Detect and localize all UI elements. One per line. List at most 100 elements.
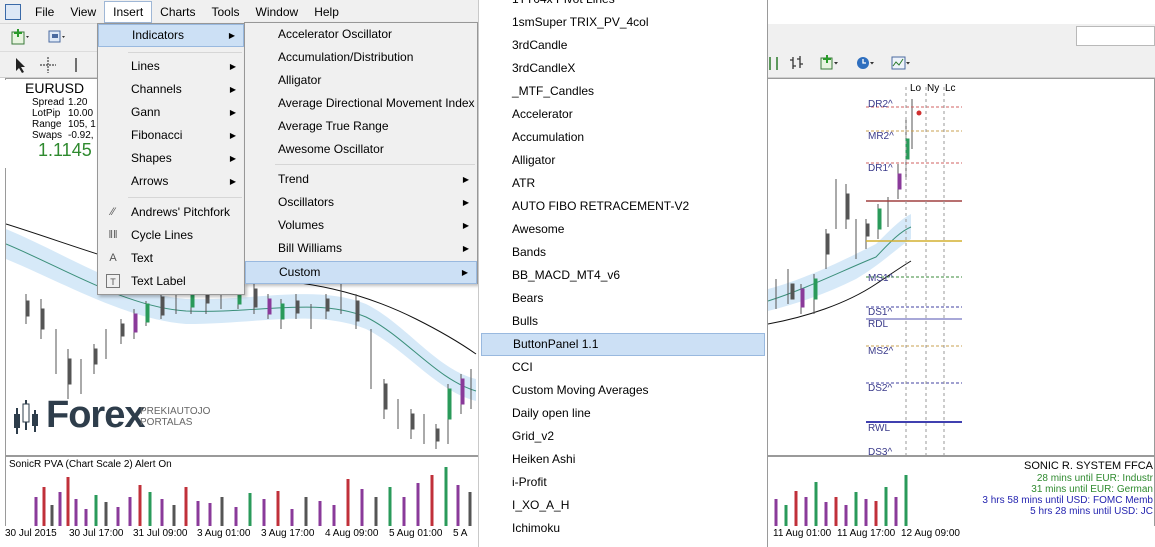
custom-indicator-item[interactable]: Heiken Ashi bbox=[479, 448, 767, 471]
text-label-icon: T bbox=[106, 274, 120, 288]
level-label: MS1^ bbox=[868, 273, 894, 284]
custom-indicator-item[interactable]: Daily open line bbox=[479, 402, 767, 425]
menu-item-label: Average Directional Movement Index bbox=[278, 96, 475, 110]
custom-indicator-item[interactable]: CCI bbox=[479, 356, 767, 379]
custom-indicator-item[interactable]: Bears bbox=[479, 287, 767, 310]
profiles-icon[interactable] bbox=[46, 28, 66, 46]
period-separators-icon[interactable] bbox=[765, 54, 785, 72]
menu-item-channels[interactable]: Channels ▶ bbox=[98, 78, 244, 101]
search-input[interactable] bbox=[1076, 26, 1155, 46]
time-tick: 3 Aug 17:00 bbox=[261, 528, 315, 539]
menu-item-shapes[interactable]: Shapes ▶ bbox=[98, 147, 244, 170]
menu-item-accelerator-oscillator[interactable]: Accelerator Oscillator bbox=[245, 23, 477, 46]
info-label: LotPip bbox=[32, 108, 61, 119]
news-line: 31 mins until EUR: German bbox=[1031, 484, 1153, 495]
menu-item-label: Trend bbox=[278, 172, 309, 186]
custom-indicator-item[interactable]: 1TT04x Pivot Lines bbox=[479, 0, 767, 11]
news-line: 3 hrs 58 mins until USD: FOMC Memb bbox=[982, 495, 1153, 506]
menu-separator bbox=[275, 164, 475, 165]
custom-indicator-item[interactable]: 1smSuper TRIX_PV_4col bbox=[479, 11, 767, 34]
menu-item-arrows[interactable]: Arrows ▶ bbox=[98, 170, 244, 193]
chart-bars-icon[interactable] bbox=[787, 54, 807, 72]
menu-window[interactable]: Window bbox=[248, 2, 307, 22]
time-tick: 5 A bbox=[453, 528, 468, 539]
menu-item-label: Awesome Oscillator bbox=[278, 142, 384, 156]
custom-indicator-item[interactable]: Custom Moving Averages bbox=[479, 379, 767, 402]
custom-indicator-item[interactable]: Accelerator bbox=[479, 103, 767, 126]
custom-indicator-item[interactable]: _MTF_Candles bbox=[479, 80, 767, 103]
time-tick: 11 Aug 17:00 bbox=[837, 528, 896, 539]
submenu-arrow-icon: ▶ bbox=[462, 175, 469, 184]
menu-item-adx[interactable]: Average Directional Movement Index bbox=[245, 92, 477, 115]
clock-icon[interactable] bbox=[855, 54, 875, 72]
vertical-line-icon[interactable] bbox=[66, 56, 86, 74]
menu-item-lines[interactable]: Lines ▶ bbox=[98, 55, 244, 78]
custom-indicator-item-selected[interactable]: ButtonPanel 1.1 bbox=[481, 333, 765, 356]
crosshair-icon[interactable] bbox=[38, 56, 58, 74]
menu-item-label: Arrows bbox=[131, 174, 169, 188]
time-tick: 11 Aug 01:00 bbox=[773, 528, 832, 539]
current-price: 1.1145 bbox=[38, 140, 92, 160]
custom-indicator-item[interactable]: 3rdCandleX bbox=[479, 57, 767, 80]
logo-sub-line2: PORTALAS bbox=[140, 417, 193, 428]
custom-indicator-item[interactable]: Bands bbox=[479, 241, 767, 264]
menu-charts[interactable]: Charts bbox=[152, 2, 203, 22]
time-tick: 12 Aug 09:00 bbox=[901, 528, 960, 539]
submenu-arrow-icon: ▶ bbox=[462, 221, 469, 230]
menu-item-label: Text Label bbox=[131, 274, 186, 288]
custom-indicator-item[interactable]: 3rdCandle bbox=[479, 34, 767, 57]
menu-item-atr[interactable]: Average True Range bbox=[245, 115, 477, 138]
menu-item-alligator[interactable]: Alligator bbox=[245, 69, 477, 92]
cursor-icon[interactable] bbox=[10, 56, 30, 74]
custom-indicator-item[interactable]: Alligator bbox=[479, 149, 767, 172]
time-tick: 3 Aug 01:00 bbox=[197, 528, 251, 539]
time-tick: 31 Jul 09:00 bbox=[133, 528, 188, 539]
menu-item-text-label[interactable]: T Text Label bbox=[98, 270, 244, 293]
level-label: MS2^ bbox=[868, 346, 894, 357]
info-value: 1.20 bbox=[68, 97, 88, 108]
menu-item-awesome-oscillator[interactable]: Awesome Oscillator bbox=[245, 138, 477, 161]
menu-view[interactable]: View bbox=[62, 2, 104, 22]
menu-item-accumulation-distribution[interactable]: Accumulation/Distribution bbox=[245, 46, 477, 69]
menu-item-fibonacci[interactable]: Fibonacci ▶ bbox=[98, 124, 244, 147]
menu-item-trend[interactable]: Trend ▶ bbox=[245, 168, 477, 191]
logo-subtitle: PREKIAUTOJO PORTALAS bbox=[140, 406, 210, 428]
menu-item-gann[interactable]: Gann ▶ bbox=[98, 101, 244, 124]
level-label: RDL bbox=[868, 319, 889, 330]
submenu-arrow-icon: ▶ bbox=[229, 177, 236, 186]
menu-tools[interactable]: Tools bbox=[204, 2, 248, 22]
submenu-arrow-icon: ▶ bbox=[229, 131, 236, 140]
menu-item-indicators[interactable]: Indicators ▶ bbox=[98, 24, 244, 47]
menu-item-volumes[interactable]: Volumes ▶ bbox=[245, 214, 477, 237]
custom-indicator-item[interactable]: ATR bbox=[479, 172, 767, 195]
custom-indicator-item[interactable]: Accumulation bbox=[479, 126, 767, 149]
custom-indicator-item[interactable]: I_XO_A_H bbox=[479, 494, 767, 517]
system-title: SONIC R. SYSTEM FFCA bbox=[1024, 460, 1153, 472]
menu-help[interactable]: Help bbox=[306, 2, 347, 22]
new-chart-icon[interactable] bbox=[10, 28, 30, 46]
menu-separator bbox=[128, 197, 242, 198]
logo-sub-line1: PREKIAUTOJO bbox=[140, 406, 211, 417]
menu-item-andrews-pitchfork[interactable]: ⁄⁄ Andrews' Pitchfork bbox=[98, 201, 244, 224]
menu-item-label: Lines bbox=[131, 59, 160, 73]
custom-indicator-item[interactable]: Awesome bbox=[479, 218, 767, 241]
menu-item-cycle-lines[interactable]: ‖‖ Cycle Lines bbox=[98, 224, 244, 247]
indicators-list-icon[interactable] bbox=[819, 54, 839, 72]
menu-file[interactable]: File bbox=[27, 2, 62, 22]
custom-indicator-item[interactable]: BB_MACD_MT4_v6 bbox=[479, 264, 767, 287]
menu-item-label: Alligator bbox=[278, 73, 322, 87]
menu-item-oscillators[interactable]: Oscillators ▶ bbox=[245, 191, 477, 214]
menu-item-text[interactable]: A Text bbox=[98, 247, 244, 270]
templates-icon[interactable] bbox=[891, 54, 911, 72]
custom-indicator-item[interactable]: Bulls bbox=[479, 310, 767, 333]
custom-indicator-item[interactable]: Ichimoku bbox=[479, 517, 767, 540]
info-value: 105, 1 bbox=[68, 119, 96, 130]
custom-indicator-item[interactable]: Grid_v2 bbox=[479, 425, 767, 448]
menu-item-bill-williams[interactable]: Bill Williams ▶ bbox=[245, 237, 477, 260]
symbol-name: EURUSD bbox=[25, 80, 85, 96]
custom-indicator-item[interactable]: AUTO FIBO RETRACEMENT-V2 bbox=[479, 195, 767, 218]
menu-insert[interactable]: Insert bbox=[104, 0, 153, 23]
custom-indicator-item[interactable]: i-Profit bbox=[479, 471, 767, 494]
menu-item-custom[interactable]: Custom ▶ bbox=[245, 261, 477, 284]
submenu-arrow-icon: ▶ bbox=[229, 108, 236, 117]
